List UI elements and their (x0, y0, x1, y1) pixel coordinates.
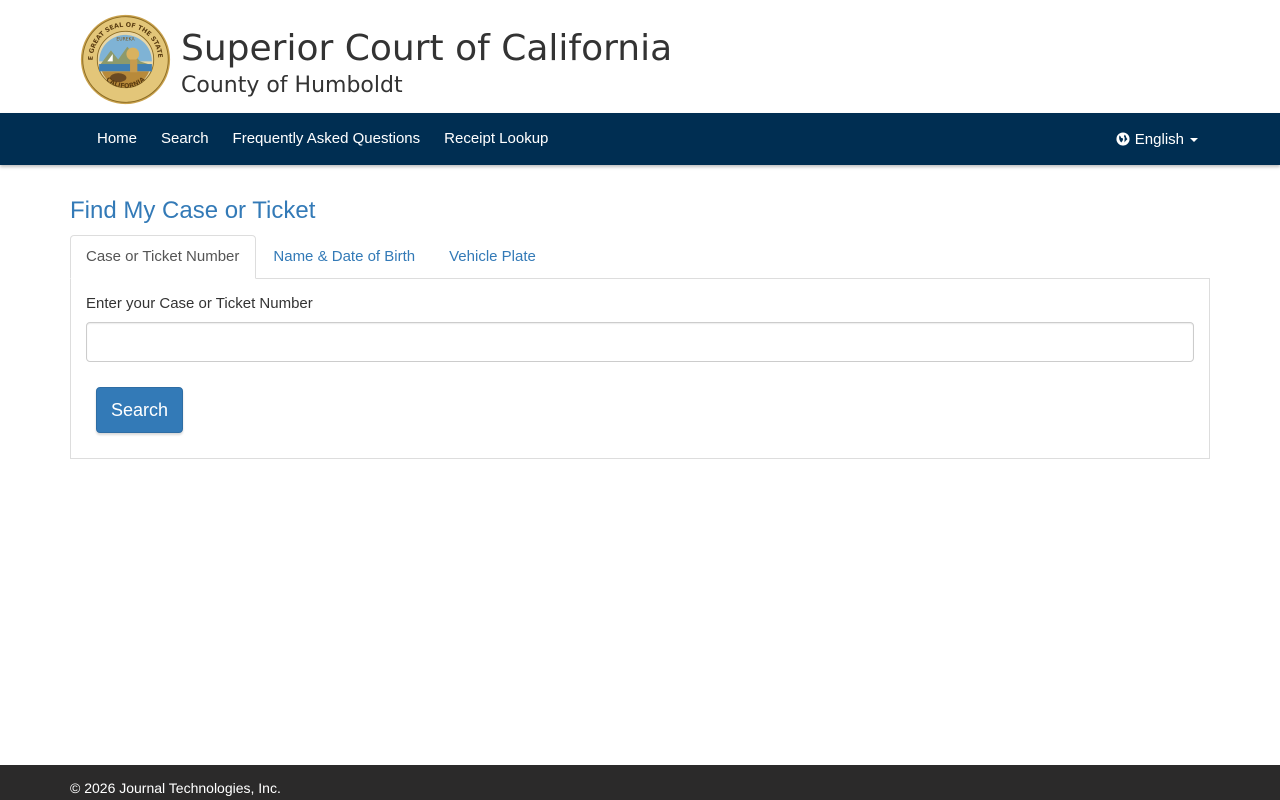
tab-name-dob[interactable]: Name & Date of Birth (256, 235, 432, 279)
search-button[interactable]: Search (96, 387, 183, 433)
main-content: Find My Case or Ticket Case or Ticket Nu… (70, 190, 1210, 459)
nav-search[interactable]: Search (149, 113, 221, 165)
case-number-label: Enter your Case or Ticket Number (86, 295, 313, 312)
language-label: English (1134, 130, 1184, 148)
footer-copyright: © 2026 Journal Technologies, Inc. (70, 780, 281, 796)
seal-motto: EUREKA (116, 36, 135, 42)
page-title: Find My Case or Ticket (70, 197, 316, 224)
language-dropdown[interactable]: English (1116, 113, 1198, 165)
court-title: Superior Court of California (181, 28, 673, 69)
main-navbar: Home Search Frequently Asked Questions R… (0, 113, 1280, 165)
search-tabs: Case or Ticket Number Name & Date of Bir… (70, 235, 1210, 279)
nav-items: Home Search Frequently Asked Questions R… (85, 113, 560, 165)
state-seal-icon: EUREKA THE GREAT SEAL OF THE STATE OF CA… (80, 14, 171, 105)
caret-down-icon (1190, 138, 1198, 142)
county-subtitle: County of Humboldt (181, 73, 403, 98)
tab-case-ticket-number[interactable]: Case or Ticket Number (70, 235, 257, 279)
site-header: EUREKA THE GREAT SEAL OF THE STATE OF CA… (0, 0, 1280, 113)
nav-faq[interactable]: Frequently Asked Questions (221, 113, 433, 165)
nav-home[interactable]: Home (85, 113, 149, 165)
tab-vehicle-plate[interactable]: Vehicle Plate (432, 235, 553, 279)
tab-panel: Enter your Case or Ticket Number Search (70, 278, 1210, 459)
case-number-input[interactable] (86, 322, 1194, 362)
site-footer: © 2026 Journal Technologies, Inc. (0, 765, 1280, 800)
globe-icon (1116, 132, 1130, 146)
nav-receipt-lookup[interactable]: Receipt Lookup (432, 113, 560, 165)
